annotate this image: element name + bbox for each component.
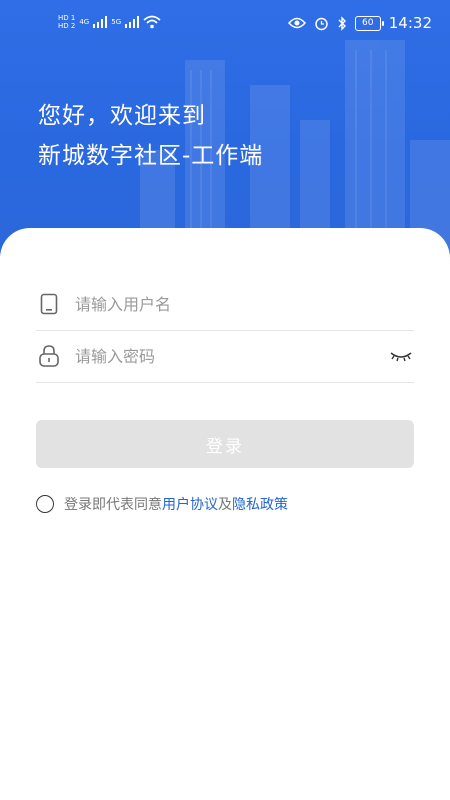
signal-icon [125,16,140,28]
eye-closed-icon[interactable] [390,346,412,364]
status-right: 60 14:32 [287,14,432,32]
sim2-label: HD 2 [58,22,76,30]
dual-sim-indicator: HD 1 HD 2 [58,14,75,30]
wifi-icon [143,15,161,29]
bluetooth-icon [338,15,346,31]
signal-icon [93,16,108,28]
network-type-label: 5G [111,18,122,26]
greeting: 您好，欢迎来到 新城数字社区-工作端 [38,96,263,176]
status-left: HD 1 HD 2 4G 5G [58,14,161,30]
username-input[interactable] [73,293,377,315]
eye-comfort-icon [287,17,306,29]
password-field[interactable] [36,330,414,383]
app-title: 新城数字社区-工作端 [38,143,264,169]
agreement-radio[interactable] [36,495,54,513]
lock-icon [38,345,60,367]
agreement-row: 登录即代表同意 用户协议 及 隐私政策 [36,494,288,514]
alarm-icon [315,17,328,30]
privacy-policy-link[interactable]: 隐私政策 [232,494,288,514]
battery-icon: 60 [354,15,384,31]
phone-icon [38,293,60,315]
password-input[interactable] [73,345,377,367]
clock: 14:32 [388,14,432,32]
sim1-label: HD 1 [58,14,76,22]
login-button[interactable]: 登录 [36,420,414,468]
status-bar: HD 1 HD 2 4G 5G 60 14:32 [0,0,450,50]
username-field[interactable] [36,278,414,331]
agreement-prefix: 登录即代表同意 [64,497,162,513]
agreement-and: 及 [218,497,232,513]
user-agreement-link[interactable]: 用户协议 [162,494,218,514]
greeting-line-1: 您好，欢迎来到 [38,103,206,129]
network-type-label: 4G [79,18,90,26]
